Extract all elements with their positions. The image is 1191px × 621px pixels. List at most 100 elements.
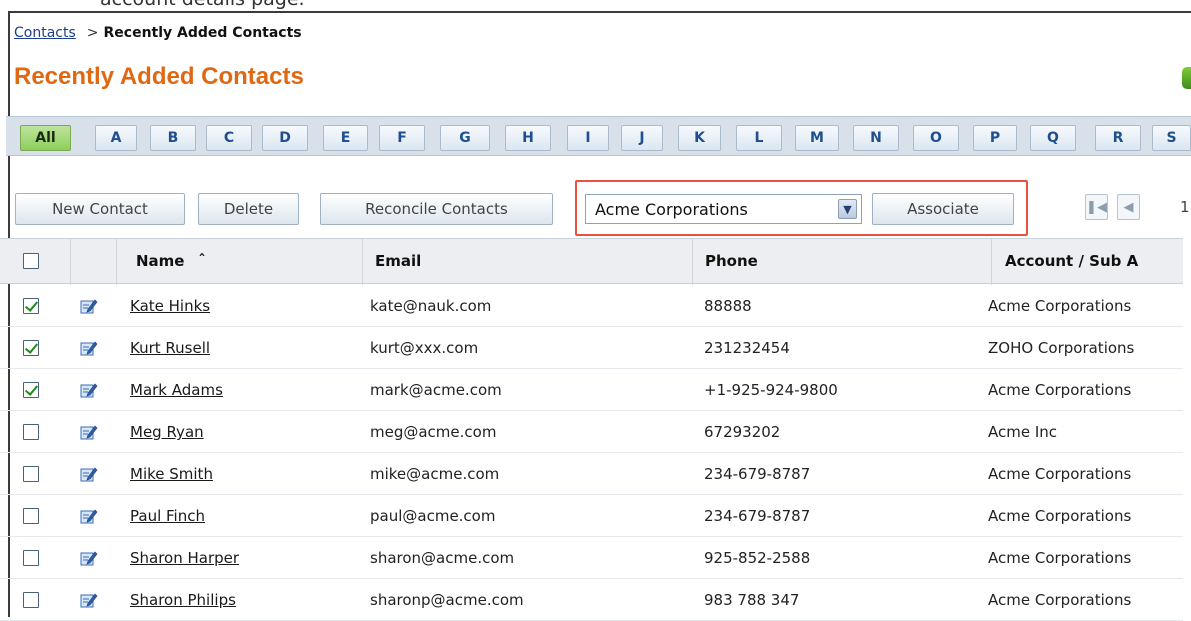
row-select-checkbox[interactable] — [23, 382, 39, 398]
contact-name-link[interactable]: Mark Adams — [130, 381, 223, 399]
edit-pencil-icon[interactable] — [80, 592, 98, 608]
delete-button[interactable]: Delete — [198, 193, 299, 225]
associate-button[interactable]: Associate — [872, 193, 1014, 225]
reconcile-contacts-button[interactable]: Reconcile Contacts — [320, 193, 553, 225]
edit-pencil-icon[interactable] — [80, 382, 98, 398]
row-select-checkbox[interactable] — [23, 550, 39, 566]
alpha-filter-k[interactable]: K — [678, 125, 721, 151]
contact-phone: 234-679-8787 — [704, 465, 811, 483]
new-contact-button[interactable]: New Contact — [15, 193, 185, 225]
row-select-checkbox[interactable] — [23, 592, 39, 608]
chevron-down-icon[interactable]: ▼ — [838, 199, 857, 219]
contact-phone: 67293202 — [704, 423, 781, 441]
edit-pencil-icon[interactable] — [80, 508, 98, 524]
instruction-caption: account details page. — [100, 0, 305, 10]
table-row[interactable]: Sharon Philips sharonp@acme.com 983 788 34… — [0, 579, 1183, 621]
contact-name-link[interactable]: Sharon Philips — [130, 591, 236, 609]
name-header-label: Name — [136, 252, 185, 270]
contact-phone: 231232454 — [704, 339, 790, 357]
row-select-checkbox[interactable] — [23, 424, 39, 440]
breadcrumb-current: Recently Added Contacts — [103, 25, 302, 41]
edit-pencil-icon[interactable] — [80, 340, 98, 356]
first-page-icon[interactable]: ❚◀ — [1085, 194, 1108, 220]
contact-phone: 234-679-8787 — [704, 507, 811, 525]
table-row[interactable]: Kate Hinks kate@nauk.com 88888 Acme Corpora… — [0, 285, 1183, 327]
breadcrumb: Contacts > Recently Added Contacts — [14, 25, 302, 41]
row-select-checkbox[interactable] — [23, 508, 39, 524]
breadcrumb-contacts-link[interactable]: Contacts — [14, 25, 76, 41]
row-select-checkbox[interactable] — [23, 298, 39, 314]
alpha-filter-s[interactable]: S — [1152, 125, 1191, 151]
alpha-filter-h[interactable]: H — [505, 125, 551, 151]
contact-name-link[interactable]: Kurt Rusell — [130, 339, 210, 357]
alpha-filter-m[interactable]: M — [795, 125, 839, 151]
alpha-filter-o[interactable]: O — [913, 125, 959, 151]
alpha-filter-l[interactable]: L — [736, 125, 782, 151]
column-header-account[interactable]: Account / Sub A — [1005, 239, 1138, 283]
contact-account: Acme Corporations — [988, 507, 1132, 525]
edit-pencil-icon[interactable] — [80, 424, 98, 440]
contact-name-link[interactable]: Meg Ryan — [130, 423, 204, 441]
table-row[interactable]: Paul Finch paul@acme.com 234-679-8787 Acme … — [0, 495, 1183, 537]
contact-name-link[interactable]: Sharon Harper — [130, 549, 239, 567]
column-header-phone[interactable]: Phone — [705, 239, 758, 283]
contact-name-link[interactable]: Kate Hinks — [130, 297, 210, 315]
prev-page-icon[interactable]: ◀ — [1117, 194, 1140, 220]
column-divider — [692, 239, 693, 285]
alpha-filter-e[interactable]: E — [323, 125, 368, 151]
page-title: Recently Added Contacts — [14, 63, 304, 90]
edit-pencil-icon[interactable] — [80, 298, 98, 314]
page-number: 1 — [1180, 198, 1190, 216]
contact-email: meg@acme.com — [370, 423, 497, 441]
table-row[interactable]: Sharon Harper sharon@acme.com 925-852-2588… — [0, 537, 1183, 579]
contact-account: Acme Corporations — [988, 465, 1132, 483]
alpha-filter-p[interactable]: P — [973, 125, 1017, 151]
contact-email: sharon@acme.com — [370, 549, 515, 567]
contact-phone: 88888 — [704, 297, 752, 315]
contact-email: mike@acme.com — [370, 465, 500, 483]
contact-account: Acme Corporations — [988, 549, 1132, 567]
contact-name-link[interactable]: Paul Finch — [130, 507, 205, 525]
table-row[interactable]: Meg Ryan meg@acme.com 67293202 Acme Inc — [0, 411, 1183, 453]
contact-account: Acme Inc — [988, 423, 1058, 441]
contact-phone: +1-925-924-9800 — [704, 381, 838, 399]
alpha-filter-f[interactable]: F — [379, 125, 425, 151]
contact-account: Acme Corporations — [988, 381, 1132, 399]
table-row[interactable]: Mike Smith mike@acme.com 234-679-8787 Acme … — [0, 453, 1183, 495]
alpha-filter-b[interactable]: B — [150, 125, 196, 151]
column-divider — [70, 239, 71, 285]
alpha-filter-all[interactable]: All — [20, 125, 71, 151]
row-select-checkbox[interactable] — [23, 340, 39, 356]
alpha-filter-r[interactable]: R — [1095, 125, 1141, 151]
alpha-filter-d[interactable]: D — [262, 125, 308, 151]
breadcrumb-separator: > — [86, 25, 99, 41]
column-header-email[interactable]: Email — [375, 239, 421, 283]
alpha-filter-a[interactable]: A — [95, 125, 137, 151]
alpha-filter-q[interactable]: Q — [1030, 125, 1076, 151]
export-icon[interactable] — [1182, 67, 1191, 89]
row-select-checkbox[interactable] — [23, 466, 39, 482]
alpha-filter-c[interactable]: C — [206, 125, 252, 151]
account-select-value: Acme Corporations — [595, 199, 748, 219]
contact-account: Acme Corporations — [988, 591, 1132, 609]
column-header-name[interactable]: Name ˆ — [136, 239, 205, 283]
select-all-checkbox[interactable] — [23, 253, 39, 269]
account-select[interactable]: Acme Corporations ▼ — [585, 194, 862, 224]
alpha-filter-n[interactable]: N — [853, 125, 899, 151]
contact-name-link[interactable]: Mike Smith — [130, 465, 213, 483]
edit-pencil-icon[interactable] — [80, 466, 98, 482]
alpha-filter-i[interactable]: I — [567, 125, 609, 151]
alpha-filter-j[interactable]: J — [621, 125, 663, 151]
contact-account: ZOHO Corporations — [988, 339, 1135, 357]
edit-pencil-icon[interactable] — [80, 550, 98, 566]
sort-asc-icon[interactable]: ˆ — [198, 253, 205, 269]
table-row[interactable]: Mark Adams mark@acme.com +1-925-924-9800 Ac… — [0, 369, 1183, 411]
table-header: Name ˆ Email Phone Account / Sub A — [0, 238, 1183, 285]
column-divider — [116, 239, 117, 285]
contact-account: Acme Corporations — [988, 297, 1132, 315]
table-row[interactable]: Kurt Rusell kurt@xxx.com 231232454 ZOHO Cor… — [0, 327, 1183, 369]
alpha-filter-g[interactable]: G — [440, 125, 490, 151]
contact-email: sharonp@acme.com — [370, 591, 524, 609]
contact-email: kurt@xxx.com — [370, 339, 479, 357]
contact-phone: 925-852-2588 — [704, 549, 811, 567]
